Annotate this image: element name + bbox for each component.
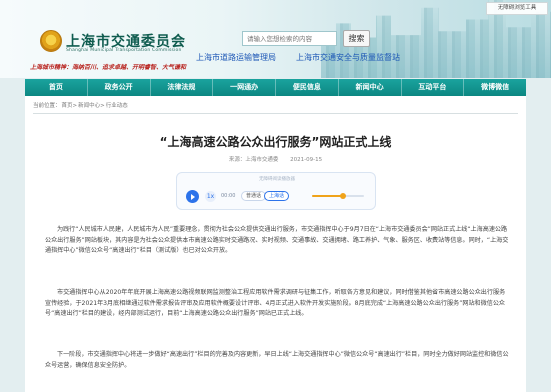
play-icon[interactable] [186,190,199,203]
playback-time: 00:00 [221,193,236,199]
breadcrumb-divider [33,113,518,114]
breadcrumb-home[interactable]: 首页 [62,103,73,109]
nav-item-interaction[interactable]: 互动平台 [402,79,465,96]
article-date: 2021-09-15 [290,157,323,163]
road-transport-bureau-link[interactable]: 上海市道路运输管理局 [196,52,276,63]
site-logo-subtitle: Shanghai Municipal Transportation Commis… [66,48,182,53]
volume-slider[interactable] [312,193,364,199]
voice-tab-shanghainese[interactable]: 上海话 [264,191,290,201]
audio-player: 无障碍阅读播放器 1x 00:00 普通话 上海话 [176,172,376,210]
article-paragraph: 下一阶段，市交通指挥中心将进一步做好“高速出行”栏目的完善及内容更新，早日上线“… [45,351,509,369]
volume-slider-handle[interactable] [340,193,347,199]
article-source: 来源：上海市交通委 [228,157,279,163]
main-nav: 首页 政务公开 法律法规 一网通办 便民信息 新闻中心 互动平台 微博微信 [25,79,526,96]
breadcrumb-industry-news[interactable]: 行业动态 [106,103,128,109]
article-title: “上海高速公路公众出行服务”网站正式上线 [159,135,392,149]
breadcrumb-separator: > [72,103,78,109]
breadcrumb-news-center[interactable]: 新闻中心 [78,103,100,109]
article-paragraph: 为践行“人民城市人民建，人民城市为人民”重要理念，贯彻为社会公众提供交通出行服务… [45,226,509,255]
article-meta: 来源：上海市交通委 2021-09-15 [25,155,526,163]
search-button[interactable]: 搜索 [343,30,370,47]
accessibility-tools-button[interactable]: 无障碍浏览工具 [486,2,548,15]
voice-tab-mandarin[interactable]: 普通话 [241,191,267,201]
breadcrumb-separator: > [100,103,105,109]
search-input[interactable] [242,31,337,46]
nav-item-news-center[interactable]: 新闻中心 [339,79,402,96]
nav-item-weibo-wechat[interactable]: 微博微信 [464,79,526,96]
breadcrumb: 当前位置：首页>新闻中心>行业动态 [33,101,128,109]
article-paragraph: 市交通指挥中心从2020年年底开展上海高速公路视频联网监测整治工程应用软件需求调… [45,289,506,318]
nav-item-public-info[interactable]: 便民信息 [276,79,339,96]
nav-item-laws[interactable]: 法律法规 [151,79,214,96]
nav-item-online-services[interactable]: 一网通办 [213,79,276,96]
nav-item-gov-info[interactable]: 政务公开 [88,79,151,96]
nav-item-home[interactable]: 首页 [25,79,88,96]
audio-player-header: 无障碍阅读播放器 [259,177,295,182]
traffic-safety-station-link[interactable]: 上海市交通安全与质量监督站 [296,52,400,63]
city-slogan: 上海城市精神：海纳百川、追求卓越、开明睿智、大气谦和 [30,64,187,71]
article-content: 当前位置：首页>新闻中心>行业动态 “上海高速公路公众出行服务”网站正式上线 来… [25,96,526,392]
breadcrumb-prefix: 当前位置： [33,103,61,109]
playback-rate-button[interactable]: 1x [205,191,216,202]
commission-emblem-icon [40,30,62,52]
volume-slider-fill [312,195,344,197]
site-header: 上海市交通委员会 Shanghai Municipal Transportati… [0,0,551,78]
